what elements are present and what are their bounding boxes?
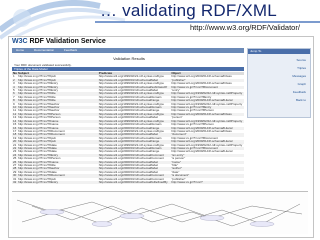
validator-menu-bar: Home Documentation Feedback (12, 48, 244, 53)
sidebar-link-feedback[interactable]: Feedback (293, 90, 306, 94)
sidebar-link-messages[interactable]: Messages (292, 74, 306, 78)
triples-section-header: Triples of the Data Model (12, 67, 244, 71)
triples-table: Number Subject Predicate Object 1http://… (12, 72, 244, 185)
sidebar-link-triples[interactable]: Triples (297, 66, 306, 70)
service-logo-text: RDF Validation Service (29, 38, 106, 45)
menu-item-home[interactable]: Home (16, 48, 24, 53)
w3c-logo-text: W3C (12, 38, 28, 45)
cell-number: 32 (12, 181, 18, 185)
cell-object: http://www.xx.jp/?l=xx/? (170, 181, 244, 185)
results-title: Validation Results (113, 56, 145, 61)
validator-logo: W3C RDF Validation Service (12, 38, 106, 45)
table-row: 32 http://www.xx.jp/?l=xx/?#Entry http://w… (12, 181, 244, 185)
menu-item-documentation[interactable]: Documentation (34, 48, 54, 53)
validator-header: W3C RDF Validation Service (9, 37, 313, 47)
cell-predicate: http://www.w3.org/2000/01/rdf-schema#isD… (97, 181, 171, 185)
sidebar-link-source[interactable]: Source (296, 58, 306, 62)
slide-title: … validating RDF/XML (100, 1, 277, 20)
sidebar-heading: Jump To (248, 49, 310, 54)
validator-screenshot: W3C RDF Validation Service Home Document… (8, 36, 314, 238)
jump-to-sidebar: Jump To Source Triples Messages Graph Fe… (247, 48, 311, 118)
cell-subject: http://www.xx.jp/?l=xx/?#Entry (17, 181, 98, 185)
sidebar-link-back[interactable]: Back to (296, 98, 306, 102)
sidebar-link-graph[interactable]: Graph (298, 82, 306, 86)
triples-body: 1 http://www.xx.jp/?l=xx/?#pub http://www.… (12, 75, 244, 185)
rdf-graph-preview (12, 191, 308, 234)
slide-url: http://www.w3.org/RDF/Validator/ (190, 23, 300, 32)
menu-item-feedback[interactable]: Feedback (64, 48, 77, 53)
